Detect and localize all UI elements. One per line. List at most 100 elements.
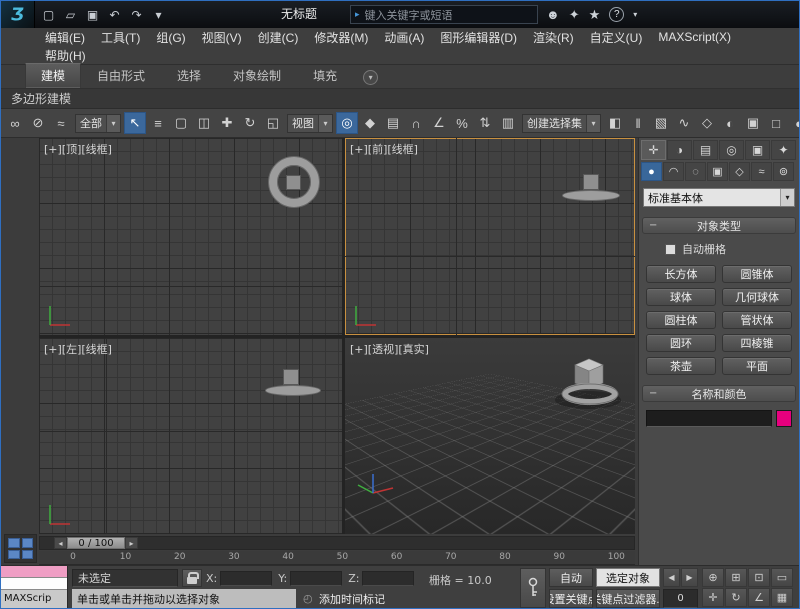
menu-item[interactable]: 工具(T)	[93, 29, 148, 46]
time-step-forward-icon[interactable]: ▸	[125, 537, 138, 549]
geometry-category-icon[interactable]: ●	[641, 162, 662, 181]
prev-frame-icon[interactable]: ◀	[663, 568, 680, 587]
pan-icon[interactable]: ✛	[702, 588, 724, 607]
maxscript-mini-listener[interactable]: MAXScrip	[1, 566, 68, 609]
unlink-selection-icon[interactable]: ⊘	[27, 112, 49, 134]
favorites-icon[interactable]: ★	[589, 7, 601, 23]
viewport-label[interactable]: [+][透视][真实]	[350, 341, 429, 357]
track-bar[interactable]: 0102030405060708090100	[39, 551, 635, 565]
primitive-type-combo[interactable]: 标准基本体 ▾	[643, 188, 795, 207]
menu-item[interactable]: 创建(C)	[250, 29, 307, 46]
torus-object[interactable]	[265, 385, 321, 396]
use-pivot-center-icon[interactable]: ◎	[336, 112, 358, 134]
viewport-front-active[interactable]: [+][前][线框]	[345, 138, 635, 335]
box-object[interactable]	[283, 369, 299, 385]
viewport-top[interactable]: [+][顶][线框]	[39, 138, 342, 335]
viewport-label[interactable]: [+][左][线框]	[44, 341, 112, 357]
object-type-button[interactable]: 茶壶	[646, 357, 716, 375]
named-selection-set-combo[interactable]: 创建选择集 ▾	[522, 114, 601, 133]
coord-field[interactable]	[290, 571, 342, 586]
menu-item[interactable]: 渲染(R)	[525, 29, 582, 46]
current-frame-field[interactable]: 0	[663, 589, 698, 608]
set-key-button[interactable]: 设置关键点	[549, 589, 593, 608]
object-type-button[interactable]: 几何球体	[722, 288, 792, 306]
object-name-input[interactable]	[646, 410, 772, 427]
fov-icon[interactable]: ∠	[748, 588, 770, 607]
polygon-modeling-label[interactable]: 多边形建模	[11, 90, 71, 107]
menu-item[interactable]: 图形编辑器(D)	[432, 29, 525, 46]
object-type-rollout[interactable]: − 对象类型	[642, 217, 796, 234]
bind-to-space-warp-icon[interactable]: ≈	[50, 112, 72, 134]
orbit-icon[interactable]: ↻	[725, 588, 747, 607]
menu-item[interactable]: 动画(A)	[376, 29, 432, 46]
ribbon-tab[interactable]: 建模	[25, 63, 81, 88]
select-and-scale-icon[interactable]: ◱	[262, 112, 284, 134]
selection-lock-button[interactable]	[182, 569, 202, 587]
add-time-tag-button[interactable]: 添加时间标记	[319, 590, 397, 607]
ribbon-tab[interactable]: 填充	[297, 63, 353, 88]
edit-named-selections-icon[interactable]: ▥	[497, 112, 519, 134]
reference-coordsys-combo[interactable]: 视图 ▾	[287, 114, 333, 133]
box-object[interactable]	[286, 175, 301, 190]
object-color-swatch[interactable]	[776, 410, 792, 427]
zoom-icon[interactable]: ⊕	[702, 568, 724, 587]
viewport-left[interactable]: [+][左][线框]	[39, 338, 342, 534]
angle-snap-icon[interactable]: ∠	[428, 112, 450, 134]
percent-snap-icon[interactable]: %	[451, 112, 473, 134]
undo-icon[interactable]: ↶	[105, 5, 124, 24]
listener-macro-line[interactable]	[1, 566, 67, 578]
time-step-back-icon[interactable]: ◂	[54, 537, 67, 549]
render-production-icon[interactable]: ●	[788, 112, 799, 134]
utilities-tab-icon[interactable]: ✦	[771, 140, 796, 160]
autogrid-checkbox[interactable]	[665, 244, 676, 255]
menu-item[interactable]: 视图(V)	[194, 29, 250, 46]
menu-item[interactable]: MAXScript(X)	[650, 30, 739, 44]
hierarchy-tab-icon[interactable]: ▤	[693, 140, 718, 160]
rendered-frame-icon[interactable]: □	[765, 112, 787, 134]
new-scene-icon[interactable]: ▢	[39, 5, 58, 24]
curve-editor-icon[interactable]: ∿	[673, 112, 695, 134]
ribbon-collapse-icon[interactable]: ▾	[363, 70, 378, 85]
time-slider-handle[interactable]: 0 / 100	[67, 537, 125, 549]
motion-tab-icon[interactable]: ◎	[719, 140, 744, 160]
render-setup-icon[interactable]: ▣	[742, 112, 764, 134]
modify-tab-icon[interactable]: ◑	[667, 140, 692, 160]
systems-category-icon[interactable]: ⊚	[773, 162, 794, 181]
auto-key-button[interactable]: 自动	[549, 568, 593, 587]
object-type-button[interactable]: 圆柱体	[646, 311, 716, 329]
menu-item[interactable]: 帮助(H)	[37, 47, 94, 64]
ribbon-tab[interactable]: 自由形式	[81, 63, 161, 88]
zoom-all-icon[interactable]: ⊞	[725, 568, 747, 587]
object-type-button[interactable]: 平面	[722, 357, 792, 375]
torus-object[interactable]	[562, 190, 620, 201]
zoom-extents-icon[interactable]: ⊡	[748, 568, 770, 587]
coord-field[interactable]	[220, 571, 272, 586]
selection-filter-combo[interactable]: 全部 ▾	[75, 114, 121, 133]
ribbon-tab[interactable]: 选择	[161, 63, 217, 88]
select-and-move-icon[interactable]: ✚	[216, 112, 238, 134]
mirror-icon[interactable]: ◧	[604, 112, 626, 134]
license-key-icon[interactable]: ✦	[569, 7, 580, 23]
selection-filter-dropdown[interactable]: 选定对象	[596, 568, 660, 587]
align-icon[interactable]: ‖	[627, 112, 649, 134]
save-file-icon[interactable]: ▣	[83, 5, 102, 24]
coord-field[interactable]	[362, 571, 414, 586]
space-warps-category-icon[interactable]: ≈	[751, 162, 772, 181]
quick-access-overflow-icon[interactable]: ▾	[149, 5, 168, 24]
community-icon[interactable]: ☻	[546, 7, 560, 23]
select-and-link-icon[interactable]: ∞	[4, 112, 26, 134]
redo-icon[interactable]: ↷	[127, 5, 146, 24]
window-crossing-icon[interactable]: ◫	[193, 112, 215, 134]
open-file-icon[interactable]: ▱	[61, 5, 80, 24]
keyboard-override-icon[interactable]: ▤	[382, 112, 404, 134]
help-dropdown-icon[interactable]: ▾	[633, 10, 637, 19]
menu-item[interactable]: 自定义(U)	[582, 29, 651, 46]
play-icon[interactable]: ▶	[681, 568, 698, 587]
snaps-toggle-icon[interactable]: ∩	[405, 112, 427, 134]
maximize-viewport-icon[interactable]: ▦	[771, 588, 793, 607]
cameras-category-icon[interactable]: ▣	[707, 162, 728, 181]
object-type-button[interactable]: 球体	[646, 288, 716, 306]
viewport-label[interactable]: [+][前][线框]	[350, 141, 418, 157]
spinner-snap-icon[interactable]: ⇅	[474, 112, 496, 134]
schematic-view-icon[interactable]: ◇	[696, 112, 718, 134]
